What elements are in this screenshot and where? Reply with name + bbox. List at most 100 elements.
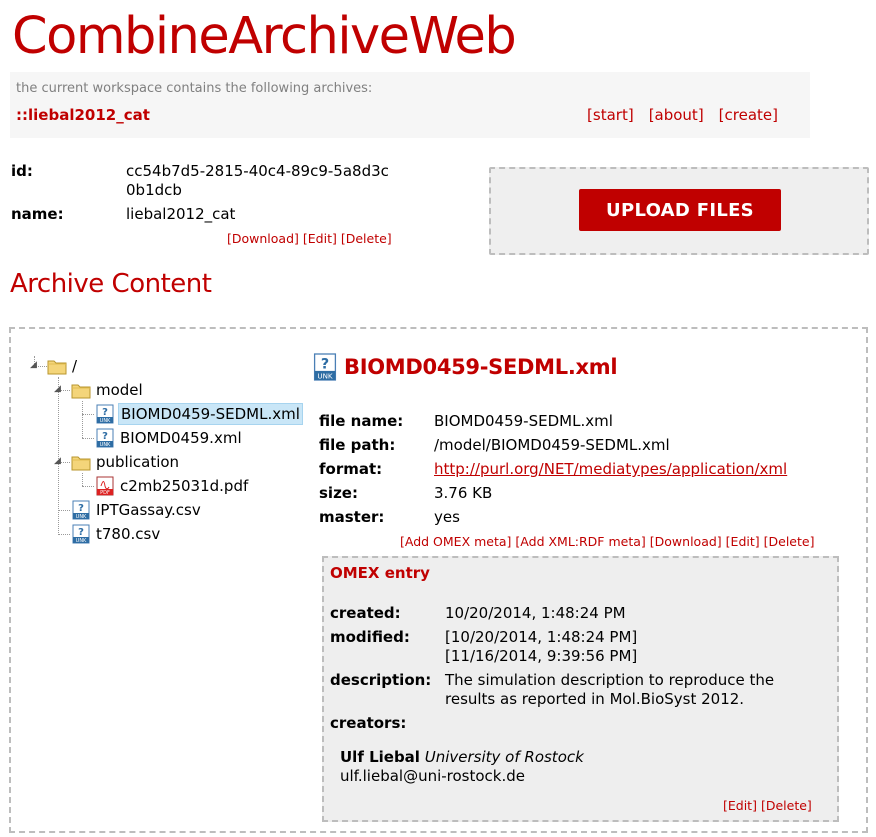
file-header: ? UNK BIOMD0459-SEDML.xml <box>312 352 618 382</box>
file-format-label: format: <box>319 460 383 478</box>
archive-delete-link[interactable]: [Delete] <box>341 231 392 246</box>
tree-label: BIOMD0459-SEDML.xml <box>118 403 303 425</box>
tree-node-t780-csv[interactable]: ? UNK t780.csv <box>71 523 162 545</box>
description-line: results as reported in Mol.BioSyst 2012. <box>445 690 745 708</box>
svg-text:PDF: PDF <box>100 490 110 496</box>
tree-line <box>82 401 83 438</box>
omex-edit-link[interactable]: [Edit] <box>723 798 757 813</box>
omex-entry-title: OMEX entry <box>330 564 430 582</box>
svg-text:?: ? <box>102 407 108 418</box>
nav-about-link[interactable]: [about] <box>649 106 704 124</box>
omex-delete-link[interactable]: [Delete] <box>761 798 812 813</box>
file-actions: [Add OMEX meta] [Add XML:RDF meta] [Down… <box>400 534 814 549</box>
svg-text:?: ? <box>321 356 329 372</box>
svg-text:?: ? <box>78 503 84 514</box>
collapse-publication-toggle[interactable]: ◢ <box>54 456 61 466</box>
tree-node-sedml[interactable]: ? UNK BIOMD0459-SEDML.xml <box>95 403 303 425</box>
svg-text:UNK: UNK <box>76 538 87 544</box>
modified-entry: [10/20/2014, 1:48:24 PM] <box>445 628 638 646</box>
tree-label: model <box>96 381 143 399</box>
created-label: created: <box>330 604 401 622</box>
file-delete-link[interactable]: [Delete] <box>764 534 815 549</box>
tree-label: c2mb25031d.pdf <box>120 477 249 495</box>
file-format-link[interactable]: http://purl.org/NET/mediatypes/applicati… <box>434 460 787 478</box>
tree-node-biomd-xml[interactable]: ? UNK BIOMD0459.xml <box>95 427 244 449</box>
archive-content-title: Archive Content <box>10 269 212 299</box>
unknown-file-icon: ?UNK <box>96 404 114 424</box>
unknown-file-icon: ?UNK <box>313 353 337 381</box>
creator-email: ulf.liebal@uni-rostock.de <box>340 767 526 785</box>
archive-actions: [Download] [Edit] [Delete] <box>227 231 392 246</box>
tree-line <box>82 414 94 415</box>
nav-start-link[interactable]: [start] <box>587 106 634 124</box>
created-value: 10/20/2014, 1:48:24 PM <box>445 604 626 622</box>
tree-line <box>58 534 70 535</box>
tree-node-root[interactable]: / <box>47 355 79 377</box>
file-path-value: /model/BIOMD0459-SEDML.xml <box>434 436 670 454</box>
creator-organization: University of Rostock <box>424 748 584 766</box>
svg-text:UNK: UNK <box>100 418 111 424</box>
folder-icon <box>71 456 91 471</box>
svg-text:UNK: UNK <box>76 514 87 520</box>
unknown-file-icon: ?UNK <box>96 428 114 448</box>
unknown-file-icon: ?UNK <box>72 500 90 520</box>
collapse-root-toggle[interactable]: ◢ <box>30 360 37 370</box>
file-name-label: file name: <box>319 412 404 430</box>
description-line: The simulation description to reproduce … <box>445 671 775 689</box>
file-size-value: 3.76 KB <box>434 484 493 502</box>
file-master-label: master: <box>319 508 385 526</box>
description-value: The simulation description to reproduce … <box>445 671 774 709</box>
tree-label: IPTGassay.csv <box>96 501 201 519</box>
svg-text:?: ? <box>102 431 108 442</box>
tree-node-publication[interactable]: publication <box>71 451 181 473</box>
file-edit-link[interactable]: [Edit] <box>726 534 760 549</box>
svg-text:UNK: UNK <box>100 442 111 448</box>
omex-actions: [Edit] [Delete] <box>723 798 812 813</box>
archive-name-label: name: <box>11 205 64 223</box>
tree-line <box>82 438 94 439</box>
archive-id-line1: cc54b7d5-2815-40c4-89c9-5a8d3c <box>126 162 389 180</box>
archive-download-link[interactable]: [Download] <box>227 231 299 246</box>
folder-icon <box>71 384 91 399</box>
workspace-bar: the current workspace contains the follo… <box>10 72 810 138</box>
svg-text:?: ? <box>78 527 84 538</box>
tree-node-pdf[interactable]: PDF c2mb25031d.pdf <box>95 475 250 497</box>
svg-text:UNK: UNK <box>317 371 333 380</box>
top-nav: [start] [about] [create] <box>587 106 778 124</box>
file-title: BIOMD0459-SEDML.xml <box>344 355 618 379</box>
workspace-caption: the current workspace contains the follo… <box>16 81 373 96</box>
tree-node-iptg-csv[interactable]: ? UNK IPTGassay.csv <box>71 499 203 521</box>
tree-line <box>82 473 83 486</box>
creator-entry: Ulf Liebal University of Rostock ulf.lie… <box>340 748 584 786</box>
file-download-link[interactable]: [Download] <box>650 534 722 549</box>
file-size-label: size: <box>319 484 358 502</box>
collapse-model-toggle[interactable]: ◢ <box>54 384 61 394</box>
tree-node-model[interactable]: model <box>71 379 145 401</box>
creators-label: creators: <box>330 714 407 732</box>
app-title: CombineArchiveWeb <box>12 7 517 66</box>
description-label: description: <box>330 671 432 689</box>
file-path-label: file path: <box>319 436 396 454</box>
nav-create-link[interactable]: [create] <box>719 106 778 124</box>
modified-entry: [11/16/2014, 9:39:56 PM] <box>445 647 638 665</box>
modified-label: modified: <box>330 628 410 646</box>
unknown-file-icon: ?UNK <box>72 524 90 544</box>
upload-files-button[interactable]: UPLOAD FILES <box>579 189 781 231</box>
omex-entry-panel: OMEX entry created: 10/20/2014, 1:48:24 … <box>322 556 839 822</box>
tree-label: / <box>72 357 78 375</box>
archive-link[interactable]: ::liebal2012_cat <box>16 106 150 124</box>
add-rdf-meta-link[interactable]: [Add XML:RDF meta] <box>515 534 645 549</box>
tree-line <box>82 486 94 487</box>
archive-id-value: cc54b7d5-2815-40c4-89c9-5a8d3c 0b1dcb <box>126 162 389 200</box>
pdf-file-icon: PDF <box>96 476 114 496</box>
archive-id-line2: 0b1dcb <box>126 181 182 199</box>
folder-icon <box>47 360 67 375</box>
add-omex-meta-link[interactable]: [Add OMEX meta] <box>400 534 511 549</box>
file-master-value: yes <box>434 508 460 526</box>
tree-line <box>58 510 70 511</box>
archive-edit-link[interactable]: [Edit] <box>303 231 337 246</box>
upload-drop-zone[interactable]: UPLOAD FILES <box>489 167 869 255</box>
modified-value: [10/20/2014, 1:48:24 PM] [11/16/2014, 9:… <box>445 628 637 666</box>
tree-label: publication <box>96 453 180 471</box>
tree-label: t780.csv <box>96 525 161 543</box>
